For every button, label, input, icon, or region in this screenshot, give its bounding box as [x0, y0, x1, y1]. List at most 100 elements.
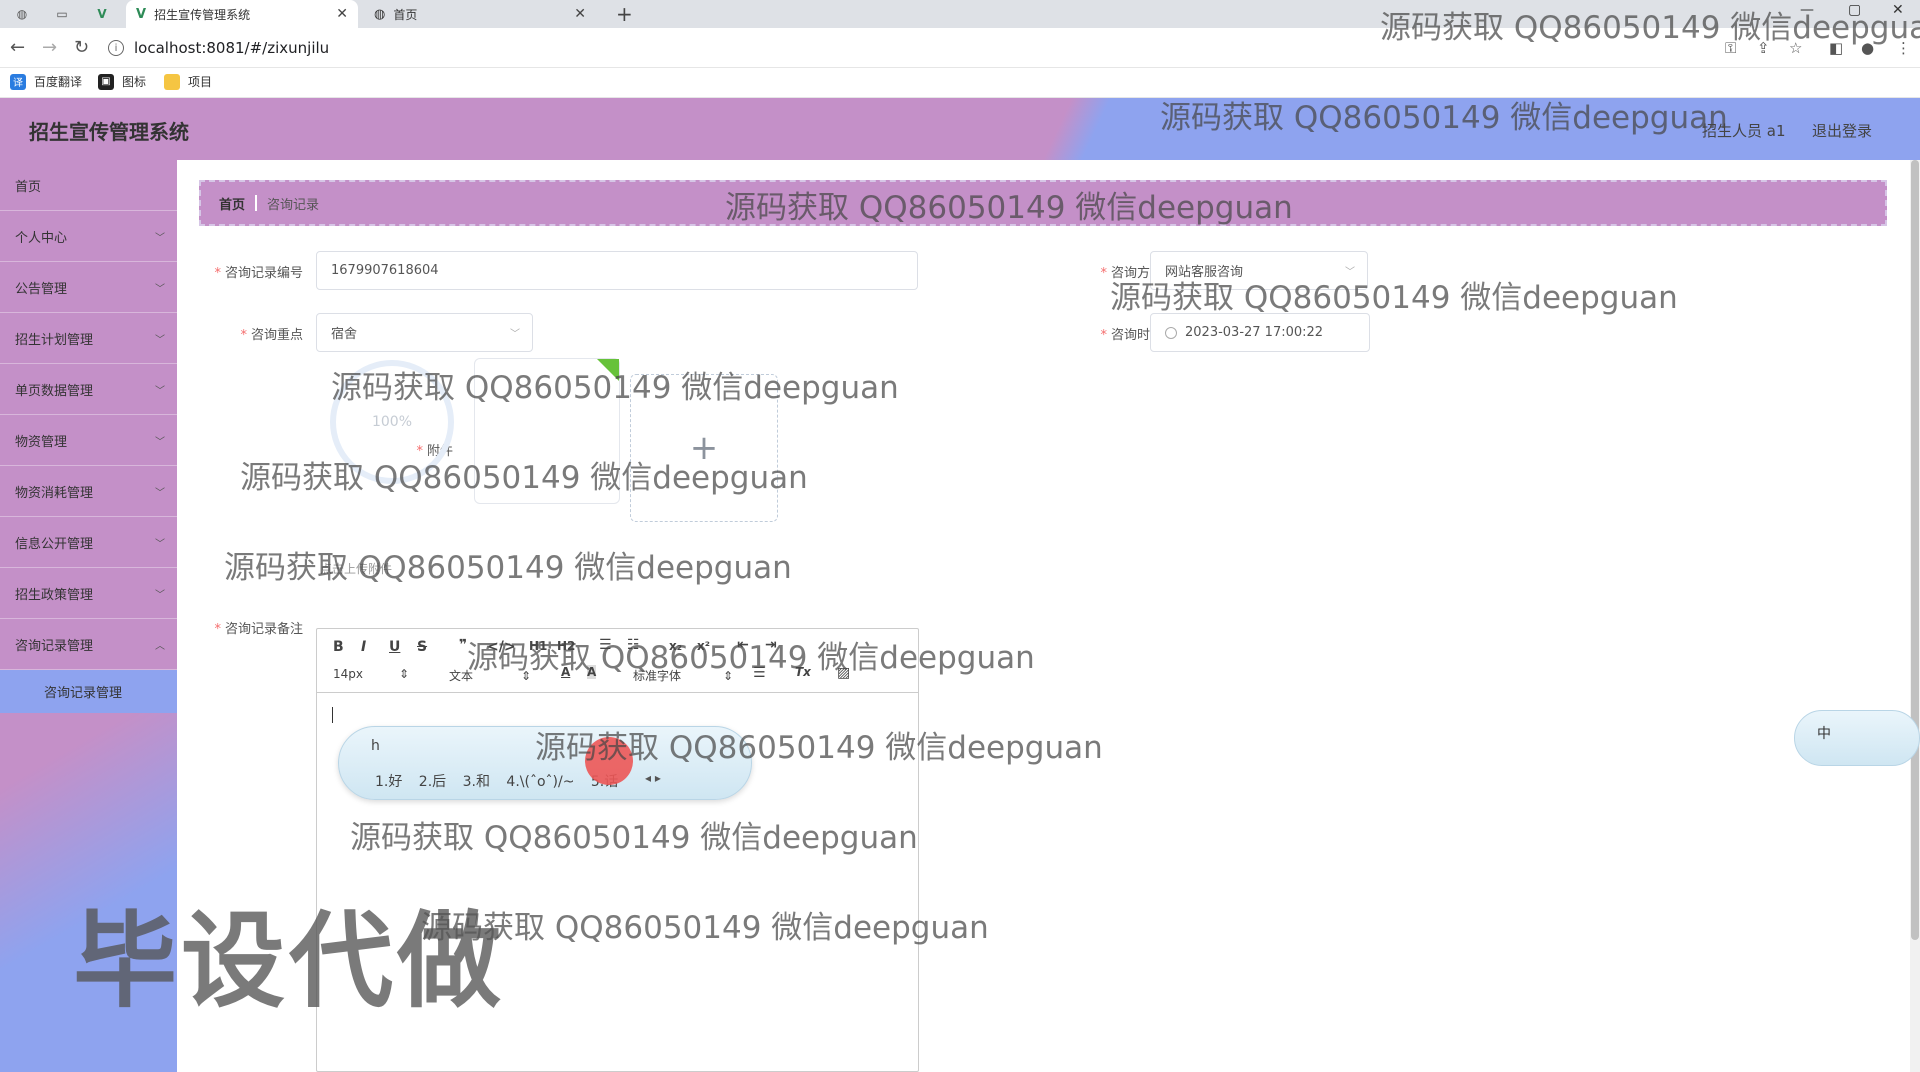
profile-icon[interactable]: ●	[1861, 39, 1874, 57]
ime-candidates[interactable]: 1.好 2.后 3.和 4.\(ˆoˆ)/~ 5.话	[375, 771, 618, 791]
chevron-down-icon: ﹀	[155, 589, 165, 601]
sidebar-item-home[interactable]: 首页	[0, 160, 177, 211]
code-icon[interactable]: </>	[487, 639, 516, 655]
ordered-list-icon[interactable]: ☰	[599, 637, 612, 653]
subscript-icon[interactable]: x₂	[669, 639, 682, 653]
time-picker[interactable]: 2023-03-27 17:00:22	[1150, 313, 1370, 352]
bookmark-label: 项目	[188, 75, 213, 89]
italic-icon[interactable]: I	[361, 639, 366, 655]
record-no-value: 1679907618604	[331, 263, 439, 278]
sidebar-item-consult[interactable]: 咨询记录管理 ︿	[0, 619, 177, 670]
site-info-icon[interactable]: i	[108, 40, 124, 56]
heading-1-icon[interactable]: H1	[529, 639, 547, 653]
font-color-icon[interactable]: A	[561, 665, 570, 679]
tab-title: 首页	[393, 7, 418, 22]
bookmark-label: 图标	[122, 75, 147, 89]
quote-icon[interactable]: ❞	[459, 637, 467, 653]
sidebar-item-supplies[interactable]: 物资管理 ﹀	[0, 415, 177, 466]
font-family-select[interactable]: 标准字体 ⇕	[633, 667, 733, 684]
close-tab-icon[interactable]: ✕	[336, 6, 348, 22]
address-bar: ← → ↻ i localhost:8081/#/zixunjilu ⚿ ⇪ ☆…	[0, 28, 1920, 68]
chevron-down-icon: ﹀	[155, 436, 165, 448]
sidebar-item-policy[interactable]: 招生政策管理 ﹀	[0, 568, 177, 619]
background-color-icon[interactable]: A	[587, 665, 597, 679]
sidebar-item-disclosure[interactable]: 信息公开管理 ﹀	[0, 517, 177, 568]
scrollbar-thumb[interactable]	[1911, 160, 1919, 940]
pinned-tab-blank-icon[interactable]: ▭	[48, 4, 76, 24]
app-header: 招生宣传管理系统 招生人员 a1 退出登录	[0, 98, 1920, 160]
upload-progress-value: 100%	[371, 414, 413, 430]
reload-icon[interactable]: ↻	[74, 37, 89, 58]
indent-icon[interactable]: ⇥	[765, 637, 777, 653]
chevron-down-icon: ﹀	[510, 329, 520, 340]
plus-icon: +	[689, 428, 719, 468]
url-field[interactable]: i localhost:8081/#/zixunjilu	[108, 33, 1718, 63]
ime-composition: h	[371, 738, 380, 754]
notes-label: * 咨询记录备注	[214, 622, 303, 637]
bold-icon[interactable]: B	[333, 639, 344, 655]
sidebar-item-plan[interactable]: 招生计划管理 ﹀	[0, 313, 177, 364]
close-window-icon[interactable]: ✕	[1892, 2, 1904, 18]
translate-icon: 译	[10, 73, 26, 90]
upload-add-button[interactable]: +	[630, 374, 778, 522]
sidebar-item-personal[interactable]: 个人中心 ﹀	[0, 211, 177, 262]
breadcrumb-home[interactable]: 首页	[219, 194, 245, 213]
pinned-tab-globe-icon[interactable]: ◍	[8, 4, 36, 24]
sidebar-item-page-data[interactable]: 单页数据管理 ﹀	[0, 364, 177, 415]
back-arrow-icon[interactable]: ←	[10, 37, 25, 58]
chevron-up-icon: ︿	[155, 640, 165, 652]
time-label: * 咨询时间	[1100, 328, 1163, 343]
kebab-menu-icon[interactable]: ⋮	[1896, 39, 1911, 57]
paragraph-select[interactable]: 文本 ⇕	[449, 667, 531, 684]
bookmark-baidu-translate[interactable]: 译 百度翻译	[10, 73, 82, 90]
sidebar-item-label: 招生政策管理	[15, 587, 94, 603]
ime-candidate-window[interactable]: h 1.好 2.后 3.和 4.\(ˆoˆ)/~ 5.话 ◂ ▸	[338, 726, 752, 800]
forward-arrow-icon[interactable]: →	[42, 37, 57, 58]
app-title: 招生宣传管理系统	[29, 120, 189, 144]
image-insert-icon[interactable]: ▨	[837, 665, 850, 681]
uploaded-file-card[interactable]	[474, 358, 620, 504]
font-size-select[interactable]: 14px ⇕	[333, 667, 409, 681]
browser-tab-home[interactable]: ◍ 首页 ✕	[364, 0, 596, 28]
mouse-cursor-highlight	[585, 737, 633, 785]
key-icon[interactable]: ⚿	[1725, 39, 1736, 57]
ime-status-tray[interactable]: 中	[1794, 710, 1920, 766]
outdent-icon[interactable]: ⇤	[737, 637, 749, 653]
clear-format-icon[interactable]: Tx	[795, 665, 811, 679]
strike-icon[interactable]: S	[417, 639, 427, 655]
image-icon: ▣	[98, 73, 114, 90]
bookmark-icons[interactable]: ▣ 图标	[98, 73, 146, 90]
upload-progress-circle: 100%	[330, 360, 454, 484]
share-icon[interactable]: ⇪	[1757, 39, 1770, 57]
upload-tip: 点击上传附件	[320, 562, 393, 576]
record-no-label: * 咨询记录编号	[214, 266, 303, 281]
sidepanel-icon[interactable]: ◧	[1829, 39, 1843, 57]
page-scrollbar[interactable]	[1910, 160, 1920, 1072]
chevron-down-icon: ﹀	[155, 334, 165, 346]
bullet-list-icon[interactable]: ☷	[627, 637, 640, 653]
method-label: * 咨询方式	[1100, 266, 1163, 281]
sidebar-subitem-consult-records[interactable]: 咨询记录管理	[0, 670, 177, 713]
superscript-icon[interactable]: x²	[697, 639, 710, 653]
minimize-icon[interactable]: —	[1800, 2, 1814, 18]
record-no-input[interactable]: 1679907618604	[316, 251, 918, 290]
text-caret	[332, 707, 333, 723]
maximize-icon[interactable]: ▢	[1848, 2, 1861, 18]
align-icon[interactable]: ☰	[753, 665, 766, 681]
underline-icon[interactable]: U	[389, 639, 400, 655]
bookmark-project-folder[interactable]: 项目	[164, 73, 212, 90]
logout-link[interactable]: 退出登录	[1812, 120, 1872, 141]
close-tab-icon[interactable]: ✕	[574, 6, 586, 22]
ime-page-arrows-icon[interactable]: ◂ ▸	[645, 771, 661, 785]
time-value: 2023-03-27 17:00:22	[1185, 325, 1324, 340]
clock-icon	[1165, 326, 1177, 339]
focus-select[interactable]: 宿舍 ﹀	[316, 313, 533, 352]
star-icon[interactable]: ☆	[1789, 39, 1802, 57]
browser-tab-active[interactable]: V 招生宣传管理系统 ✕	[126, 0, 358, 28]
new-tab-plus-icon[interactable]: +	[616, 2, 633, 26]
method-select[interactable]: 网站客服咨询 ﹀	[1150, 251, 1368, 290]
heading-2-icon[interactable]: H2	[557, 639, 575, 653]
sidebar-item-notice[interactable]: 公告管理 ﹀	[0, 262, 177, 313]
pinned-tab-vue-icon[interactable]: V	[88, 4, 116, 24]
sidebar-item-consumption[interactable]: 物资消耗管理 ﹀	[0, 466, 177, 517]
